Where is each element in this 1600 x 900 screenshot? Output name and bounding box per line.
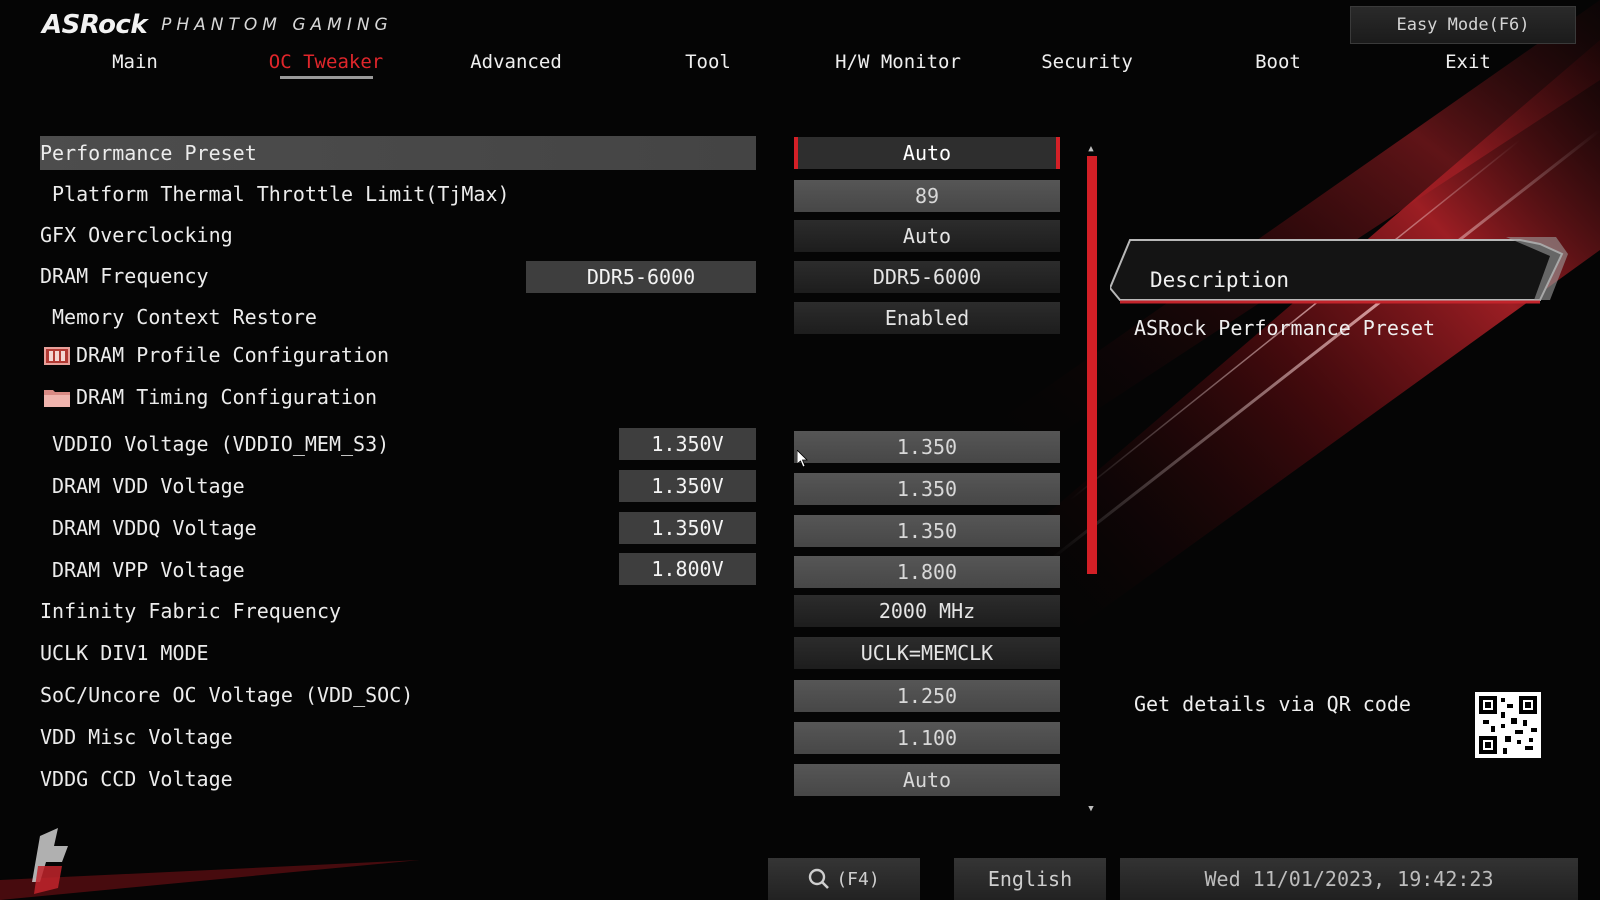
- setting-label: GFX Overclocking: [40, 223, 233, 247]
- setting-label: Memory Context Restore: [52, 305, 317, 329]
- folder-icon: [44, 345, 70, 365]
- dram-vddq-voltage-current: 1.350V: [619, 512, 756, 544]
- setting-soc-uncore-oc-voltage[interactable]: SoC/Uncore OC Voltage (VDD_SOC): [40, 678, 756, 712]
- language-button[interactable]: English: [954, 858, 1106, 900]
- setting-label: VDDG CCD Voltage: [40, 767, 233, 791]
- folder-icon: [44, 387, 70, 407]
- tab-security[interactable]: Security: [1041, 44, 1133, 80]
- setting-label: UCLK DIV1 MODE: [40, 641, 209, 665]
- vddg-ccd-voltage-value[interactable]: Auto: [794, 764, 1060, 796]
- setting-vdd-misc-voltage[interactable]: VDD Misc Voltage: [40, 720, 756, 754]
- setting-gfx-overclocking[interactable]: GFX Overclocking: [40, 218, 756, 252]
- setting-label: VDD Misc Voltage: [40, 725, 233, 749]
- setting-dram-profile-configuration[interactable]: DRAM Profile Configuration: [40, 338, 756, 372]
- phantom-gaming-logo-icon: [32, 828, 68, 894]
- easy-mode-button[interactable]: Easy Mode(F6): [1350, 6, 1576, 44]
- brand-name: ASRock: [42, 10, 148, 40]
- uclk-div1-mode-value[interactable]: UCLK=MEMCLK: [794, 637, 1060, 669]
- description-text: ASRock Performance Preset: [1134, 316, 1436, 340]
- nav-tabs: Main OC Tweaker Advanced Tool H/W Monito…: [0, 44, 1600, 82]
- soc-uncore-oc-voltage-value[interactable]: 1.250: [794, 680, 1060, 712]
- dram-frequency-current: DDR5-6000: [526, 261, 756, 293]
- search-shortcut-label: (F4): [836, 868, 880, 890]
- datetime-display: Wed 11/01/2023, 19:42:23: [1120, 858, 1578, 900]
- tab-advanced[interactable]: Advanced: [470, 44, 562, 80]
- setting-dram-timing-configuration[interactable]: DRAM Timing Configuration: [40, 380, 756, 414]
- setting-tjmax[interactable]: Platform Thermal Throttle Limit(TjMax): [40, 177, 768, 211]
- tab-main[interactable]: Main: [112, 44, 158, 80]
- tjmax-value[interactable]: 89: [794, 180, 1060, 212]
- vddio-voltage-current: 1.350V: [619, 428, 756, 460]
- setting-performance-preset[interactable]: Performance Preset: [40, 136, 756, 170]
- dram-vpp-voltage-current: 1.800V: [619, 553, 756, 585]
- brand-logo: ASRock PHANTOM GAMING: [42, 8, 393, 42]
- qr-code-caption: Get details via QR code: [1134, 692, 1411, 716]
- memory-context-restore-value[interactable]: Enabled: [794, 302, 1060, 334]
- dram-vdd-voltage-value[interactable]: 1.350: [794, 473, 1060, 505]
- setting-label: DRAM VDD Voltage: [52, 474, 245, 498]
- dram-frequency-value[interactable]: DDR5-6000: [794, 261, 1060, 293]
- tab-hw-monitor[interactable]: H/W Monitor: [835, 44, 961, 80]
- setting-label: DRAM Frequency: [40, 264, 209, 288]
- setting-label: DRAM VPP Voltage: [52, 558, 245, 582]
- setting-label: VDDIO Voltage (VDDIO_MEM_S3): [52, 432, 390, 456]
- infinity-fabric-frequency-value[interactable]: 2000 MHz: [794, 595, 1060, 627]
- setting-memory-context-restore[interactable]: Memory Context Restore: [40, 300, 768, 334]
- setting-label: DRAM Timing Configuration: [76, 385, 378, 409]
- setting-label: DRAM VDDQ Voltage: [52, 516, 257, 540]
- search-button[interactable]: (F4): [768, 858, 920, 900]
- tab-oc-tweaker[interactable]: OC Tweaker: [269, 44, 383, 80]
- active-tab-indicator: [280, 76, 373, 79]
- scrollbar-thumb[interactable]: [1087, 156, 1097, 574]
- setting-label: Performance Preset: [40, 141, 257, 165]
- gfx-overclocking-value[interactable]: Auto: [794, 220, 1060, 252]
- vddio-voltage-value[interactable]: 1.350: [794, 431, 1060, 463]
- brand-subtitle: PHANTOM GAMING: [161, 15, 393, 35]
- scroll-down-arrow-icon[interactable]: ▼: [1086, 804, 1096, 814]
- setting-label: SoC/Uncore OC Voltage (VDD_SOC): [40, 683, 414, 707]
- tab-tool[interactable]: Tool: [685, 44, 731, 80]
- qr-code-icon: [1475, 692, 1541, 758]
- setting-vddg-ccd-voltage[interactable]: VDDG CCD Voltage: [40, 762, 756, 796]
- vdd-misc-voltage-value[interactable]: 1.100: [794, 722, 1060, 754]
- tab-exit[interactable]: Exit: [1445, 44, 1491, 80]
- performance-preset-value[interactable]: Auto: [794, 137, 1060, 169]
- search-icon: [809, 868, 830, 889]
- setting-label: DRAM Profile Configuration: [76, 343, 390, 367]
- dram-vddq-voltage-value[interactable]: 1.350: [794, 515, 1060, 547]
- description-title: Description: [1150, 268, 1290, 292]
- setting-label: Infinity Fabric Frequency: [40, 599, 342, 623]
- tab-boot[interactable]: Boot: [1255, 44, 1301, 80]
- mouse-cursor-icon: [797, 450, 808, 468]
- setting-label: Platform Thermal Throttle Limit(TjMax): [52, 182, 510, 206]
- dram-vdd-voltage-current: 1.350V: [619, 470, 756, 502]
- setting-uclk-div1-mode[interactable]: UCLK DIV1 MODE: [40, 636, 756, 670]
- setting-infinity-fabric-frequency[interactable]: Infinity Fabric Frequency: [40, 594, 756, 628]
- dram-vpp-voltage-value[interactable]: 1.800: [794, 556, 1060, 588]
- scroll-up-arrow-icon[interactable]: ▲: [1086, 144, 1096, 154]
